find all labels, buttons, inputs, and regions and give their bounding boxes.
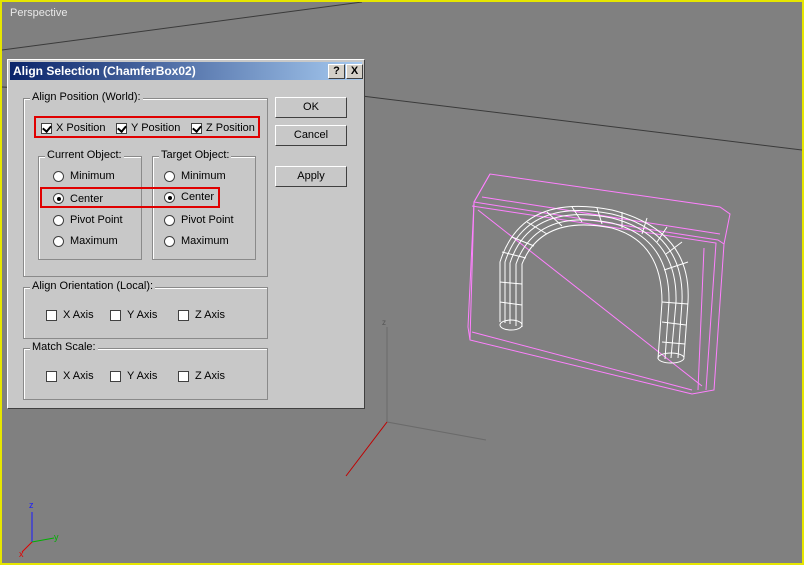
z-position-checkbox[interactable]: [191, 123, 202, 134]
x-position-label[interactable]: X Position: [56, 122, 106, 134]
scale-z-checkbox[interactable]: [178, 371, 189, 382]
align-position-title: Align Position (World):: [30, 91, 143, 103]
target-maximum-label[interactable]: Maximum: [181, 235, 229, 247]
orient-x-checkbox[interactable]: [46, 310, 57, 321]
z-position-label[interactable]: Z Position: [206, 122, 255, 134]
current-minimum-label[interactable]: Minimum: [70, 170, 115, 182]
current-minimum-radio[interactable]: [53, 171, 64, 182]
match-scale-title: Match Scale:: [30, 341, 98, 353]
grid-line: [2, 2, 363, 51]
world-axis-gizmo: z: [345, 318, 487, 477]
svg-text:z: z: [382, 318, 386, 327]
current-pivot-radio[interactable]: [53, 215, 64, 226]
orient-z-label[interactable]: Z Axis: [195, 309, 225, 321]
target-object-title: Target Object:: [159, 149, 232, 161]
close-button[interactable]: X: [346, 64, 363, 79]
dialog-title: Align Selection (ChamferBox02): [13, 64, 196, 78]
dialog-titlebar[interactable]: Align Selection (ChamferBox02) ? X: [10, 62, 363, 80]
scale-y-checkbox[interactable]: [110, 371, 121, 382]
align-orientation-title: Align Orientation (Local):: [30, 280, 156, 292]
y-position-checkbox[interactable]: [116, 123, 127, 134]
help-button[interactable]: ?: [328, 64, 345, 79]
orient-y-checkbox[interactable]: [110, 310, 121, 321]
apply-button[interactable]: Apply: [275, 166, 347, 187]
scale-x-label[interactable]: X Axis: [63, 370, 94, 382]
orient-x-label[interactable]: X Axis: [63, 309, 94, 321]
cancel-button[interactable]: Cancel: [275, 125, 347, 146]
current-object-title: Current Object:: [45, 149, 124, 161]
target-minimum-label[interactable]: Minimum: [181, 170, 226, 182]
tripod-z-label: z: [29, 500, 34, 510]
tripod-y-label: y: [54, 532, 59, 542]
scale-x-checkbox[interactable]: [46, 371, 57, 382]
ok-button[interactable]: OK: [275, 97, 347, 118]
axis-tripod-icon: [21, 512, 55, 553]
scale-y-label[interactable]: Y Axis: [127, 370, 157, 382]
target-pivot-label[interactable]: Pivot Point: [181, 214, 234, 226]
chamferbox-wireframe: [467, 173, 731, 395]
current-pivot-label[interactable]: Pivot Point: [70, 214, 123, 226]
orient-z-checkbox[interactable]: [178, 310, 189, 321]
target-maximum-radio[interactable]: [164, 236, 175, 247]
align-selection-dialog: Align Selection (ChamferBox02) ? X Align…: [7, 59, 365, 409]
tripod-x-label: x: [19, 549, 24, 559]
current-maximum-label[interactable]: Maximum: [70, 235, 118, 247]
y-position-label[interactable]: Y Position: [131, 122, 180, 134]
target-pivot-radio[interactable]: [164, 215, 175, 226]
highlight-center-radios: [40, 187, 220, 208]
orient-y-label[interactable]: Y Axis: [127, 309, 157, 321]
scale-z-label[interactable]: Z Axis: [195, 370, 225, 382]
target-minimum-radio[interactable]: [164, 171, 175, 182]
arch-wireframe: [499, 205, 689, 364]
x-position-checkbox[interactable]: [41, 123, 52, 134]
grid-line: [361, 95, 802, 151]
current-maximum-radio[interactable]: [53, 236, 64, 247]
